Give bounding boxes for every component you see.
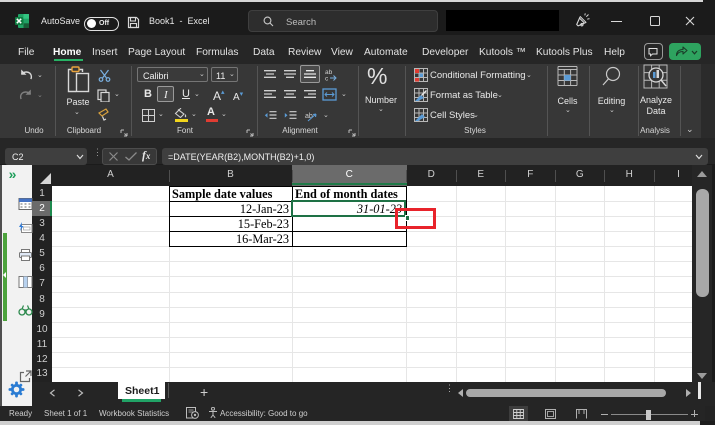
svg-text:ab: ab (305, 113, 313, 120)
svg-text:c: c (325, 76, 329, 82)
